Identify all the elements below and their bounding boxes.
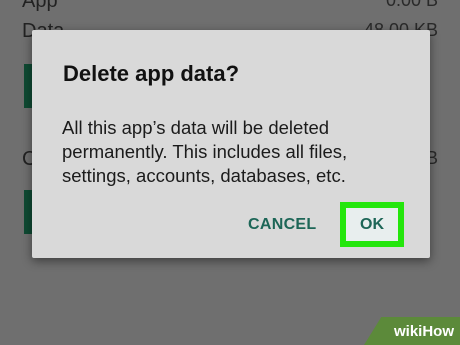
ok-button[interactable]: OK (346, 208, 398, 241)
wikihow-watermark: wikiHow (364, 317, 460, 345)
delete-app-data-dialog: Delete app data? All this app’s data wil… (32, 30, 430, 258)
dialog-message: All this app’s data will be deleted perm… (62, 117, 348, 186)
dialog-title: Delete app data? (63, 61, 240, 86)
ok-button-highlight: OK (340, 202, 404, 247)
app-size-value: 0.00 B (385, 0, 438, 10)
cancel-button[interactable]: CANCEL (248, 216, 316, 234)
app-size-label: App (22, 0, 58, 12)
app-size-row: App 0.00 B (0, 0, 460, 14)
